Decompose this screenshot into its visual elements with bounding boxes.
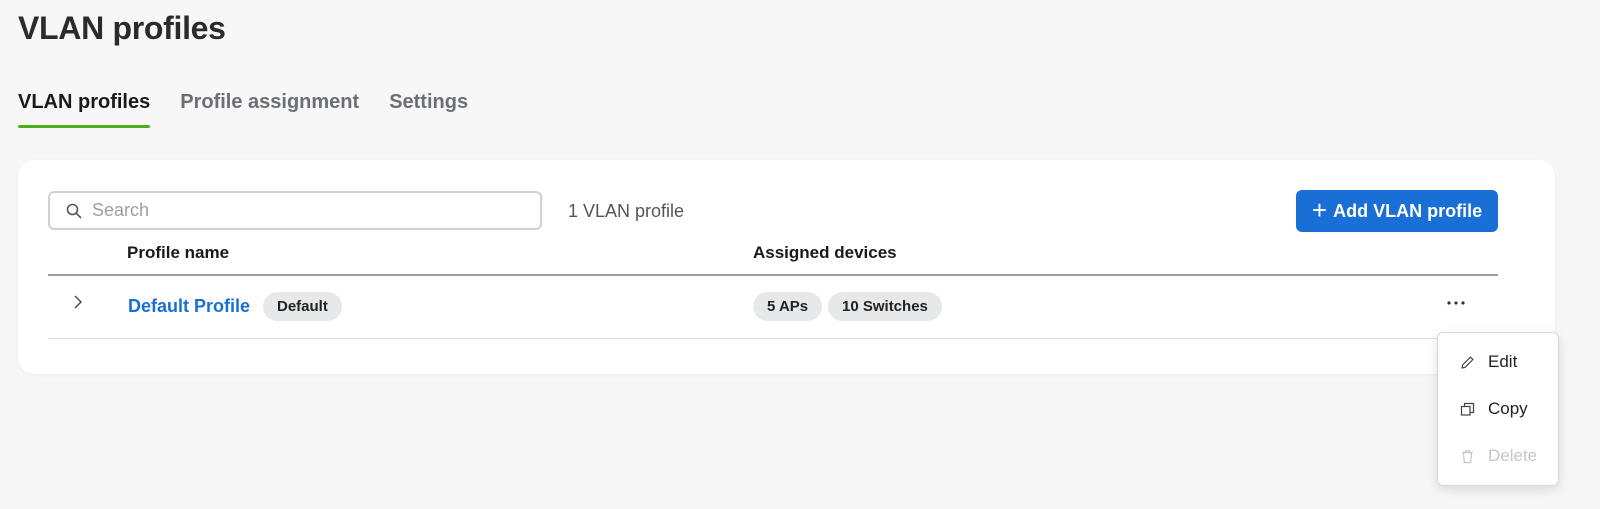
column-header-profile-name[interactable]: Profile name: [127, 242, 229, 264]
table-row: Default Profile Default 5 APs 10 Switche…: [48, 276, 1498, 339]
more-options-icon[interactable]: [1443, 290, 1469, 316]
plus-icon: +: [1311, 195, 1328, 225]
menu-item-label: Copy: [1488, 399, 1528, 418]
tab-bar: VLAN profiles Profile assignment Setting…: [18, 88, 468, 128]
tab-settings[interactable]: Settings: [389, 88, 468, 128]
devices-badge-switches: 10 Switches: [828, 292, 942, 321]
devices-badge-aps: 5 APs: [753, 292, 823, 321]
row-actions-menu: Edit Copy Delete: [1437, 332, 1559, 486]
menu-item-copy[interactable]: Copy: [1438, 387, 1558, 431]
add-vlan-profile-label: Add VLAN profile: [1333, 200, 1483, 221]
profile-name-link[interactable]: Default Profile: [128, 295, 250, 317]
column-header-assigned-devices[interactable]: Assigned devices: [753, 242, 897, 264]
menu-item-edit[interactable]: Edit: [1438, 340, 1558, 384]
menu-item-label: Edit: [1488, 352, 1518, 371]
chevron-right-icon[interactable]: [70, 294, 86, 310]
add-vlan-profile-button[interactable]: + Add VLAN profile: [1296, 190, 1498, 232]
search-box[interactable]: [48, 191, 542, 230]
trash-icon: [1460, 448, 1476, 464]
default-badge: Default: [263, 292, 342, 321]
tab-vlan-profiles[interactable]: VLAN profiles: [18, 88, 151, 128]
pencil-icon: [1460, 354, 1476, 370]
page-title: VLAN profiles: [18, 10, 226, 46]
search-icon: [66, 202, 84, 220]
search-input[interactable]: [90, 199, 514, 222]
profile-count: 1 VLAN profile: [568, 201, 685, 221]
tab-profile-assignment[interactable]: Profile assignment: [180, 88, 359, 128]
menu-item-label: Delete: [1488, 446, 1538, 465]
profiles-card: 1 VLAN profile + Add VLAN profile Profil…: [18, 160, 1555, 374]
menu-item-delete: Delete: [1438, 434, 1558, 478]
copy-icon: [1460, 401, 1476, 417]
